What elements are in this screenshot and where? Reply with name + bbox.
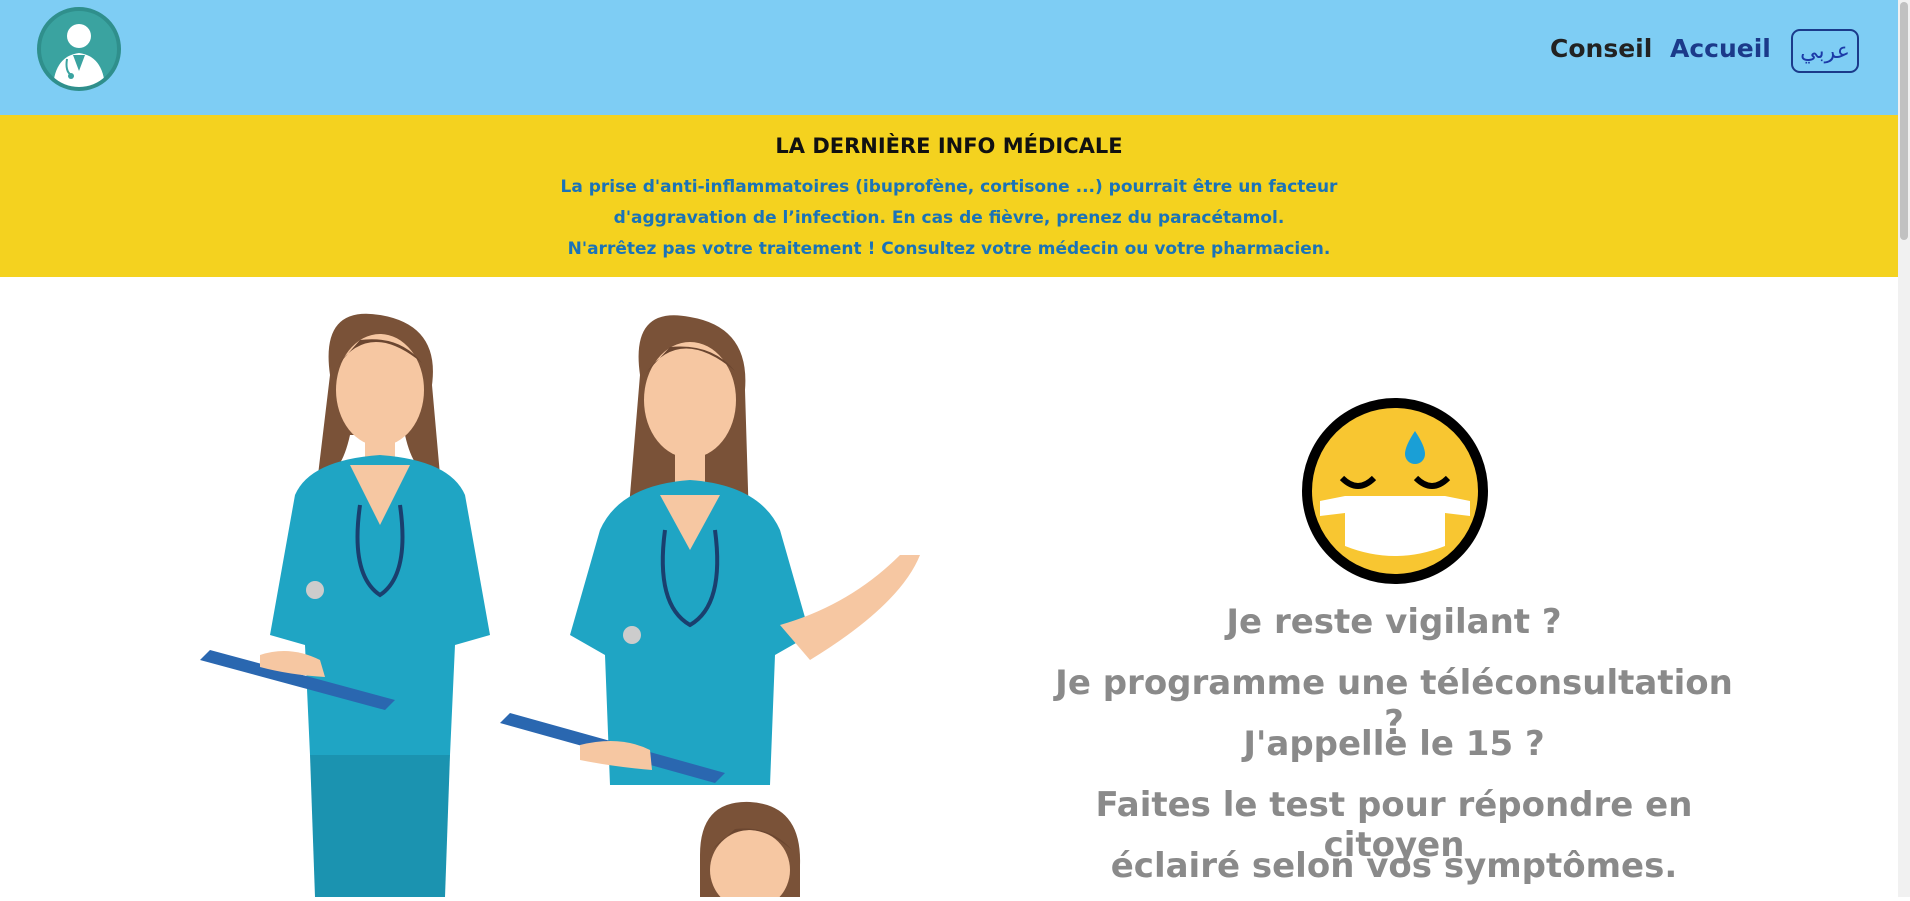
scrollbar-thumb[interactable] <box>1900 2 1908 240</box>
language-toggle-button[interactable]: عربي <box>1791 29 1859 73</box>
question-text: éclairé selon vos symptômes. <box>1110 846 1678 886</box>
doctor-avatar-icon[interactable] <box>37 7 121 91</box>
medical-info-banner: LA DERNIÈRE INFO MÉDICALE La prise d'ant… <box>0 115 1898 277</box>
page-scrollbar[interactable] <box>1898 0 1910 897</box>
nav-link-accueil[interactable]: Accueil <box>1670 34 1771 63</box>
site-header: Conseil Accueil عربي <box>0 0 1898 115</box>
banner-text-line: La prise d'anti-inflammatoires (ibuprofè… <box>560 177 1338 197</box>
nurse-figure <box>700 801 801 901</box>
sick-face-mask-emoji-icon <box>1300 396 1490 586</box>
nav-link-conseil[interactable]: Conseil <box>1550 34 1652 63</box>
nurse-figure <box>200 313 490 897</box>
banner-text-line: N'arrêtez pas votre traitement ! Consult… <box>567 239 1331 259</box>
banner-title: LA DERNIÈRE INFO MÉDICALE <box>775 134 1123 158</box>
question-text: Je reste vigilant ? <box>1226 602 1562 642</box>
question-text: J'appelle le 15 ? <box>1243 724 1545 764</box>
nurse-figure <box>500 315 920 785</box>
nurses-illustration <box>200 305 1030 901</box>
banner-text-line: d'aggravation de l’infection. En cas de … <box>613 208 1285 228</box>
